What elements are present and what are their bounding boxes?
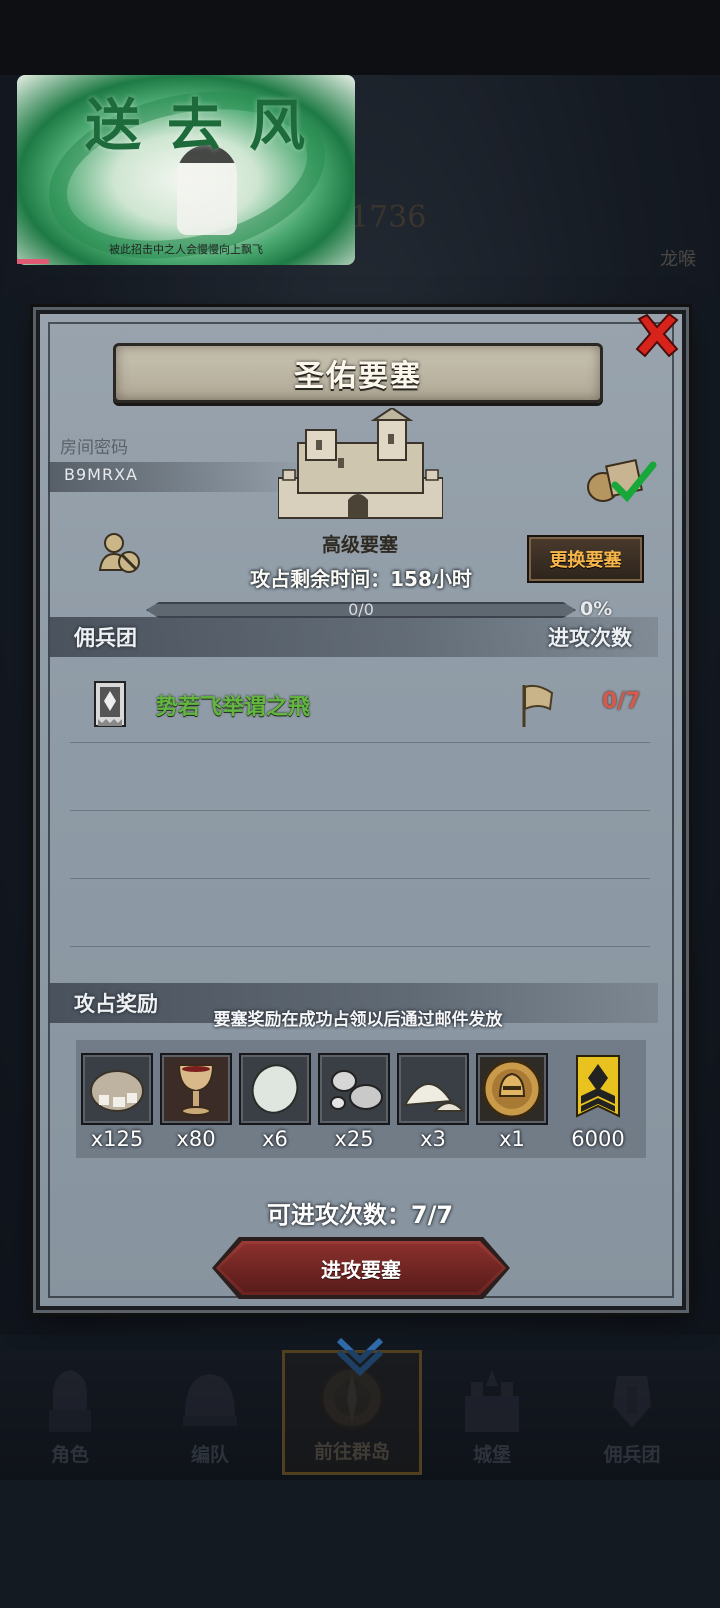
- change-fortress-button[interactable]: 更换要塞: [527, 535, 644, 583]
- attack-button-label: 进攻要塞: [321, 1257, 401, 1282]
- ore-sack-icon: [81, 1053, 153, 1125]
- guild-name: 势若飞举谓之飛: [156, 695, 311, 720]
- video-overlay[interactable]: 送去风 被此招击中之人会慢慢向上飘飞: [17, 75, 355, 265]
- bottom-background: [0, 1480, 720, 1608]
- title-banner: 圣佑要塞: [113, 343, 603, 403]
- close-button[interactable]: [630, 308, 684, 362]
- leave-guild-icon[interactable]: [97, 530, 143, 576]
- guild-row[interactable]: 势若飞举谓之飛 0/7: [70, 675, 650, 743]
- helmet-medal-icon: [476, 1053, 548, 1125]
- nav-character[interactable]: 角色: [0, 1350, 140, 1475]
- video-progress-bar: [17, 259, 49, 264]
- attack-count-header: 进攻次数: [548, 626, 632, 650]
- reward-qty: 6000: [571, 1127, 625, 1151]
- nav-castle[interactable]: 城堡: [422, 1350, 562, 1475]
- nav-label: 佣兵团: [603, 1444, 661, 1466]
- knight-icon: [49, 1370, 91, 1432]
- mercenary-section-title: 佣兵团: [74, 626, 137, 650]
- helmet-icon: [183, 1374, 237, 1426]
- remaining-time: 攻占剩余时间：158小时: [250, 567, 472, 591]
- reward-note: 要塞奖励在成功占领以后通过邮件发放: [213, 1010, 503, 1030]
- close-icon: [635, 312, 679, 358]
- reward-item[interactable]: x25: [318, 1053, 390, 1151]
- guild-banner-icon: [94, 681, 126, 727]
- nav-mercenary[interactable]: 佣兵团: [562, 1350, 702, 1475]
- guild-attack-count: 0/7: [602, 689, 641, 714]
- reward-qty: x125: [90, 1127, 144, 1151]
- nav-label: 城堡: [472, 1444, 511, 1466]
- egg-stone-icon: [239, 1053, 311, 1125]
- salt-pile-icon: [397, 1053, 469, 1125]
- reward-item[interactable]: x1: [476, 1053, 548, 1151]
- reward-qty: x6: [262, 1127, 288, 1151]
- reward-qty: x1: [499, 1127, 525, 1151]
- available-attempts: 可进攻次数：7/7: [266, 1201, 454, 1229]
- reward-item[interactable]: x3: [397, 1053, 469, 1151]
- empty-guild-row: [70, 879, 650, 947]
- dialog-title: 圣佑要塞: [294, 359, 422, 394]
- supply-check-icon[interactable]: [585, 455, 660, 505]
- reward-qty: x80: [176, 1127, 216, 1151]
- goblet-icon: [160, 1053, 232, 1125]
- nav-label: 前往群岛: [313, 1441, 390, 1463]
- status-bar: [0, 0, 720, 75]
- reward-item[interactable]: x125: [81, 1053, 153, 1151]
- reward-item[interactable]: x6: [239, 1053, 311, 1151]
- mercenary-icon: [613, 1376, 651, 1428]
- reward-qty: x3: [420, 1127, 446, 1151]
- video-title: 送去风: [85, 93, 331, 159]
- nav-label: 编队: [190, 1444, 229, 1466]
- fortress-grade: 高级要塞: [321, 534, 398, 556]
- room-code: B9MRXA: [64, 465, 138, 484]
- fortress-icon: [278, 408, 443, 519]
- reward-qty: x25: [334, 1127, 374, 1151]
- flag-icon: [522, 684, 554, 727]
- attack-fortress-button[interactable]: 进攻要塞: [216, 1241, 506, 1295]
- castle-icon: [465, 1370, 519, 1432]
- rank-badge-icon: [562, 1053, 634, 1125]
- reward-item[interactable]: 6000: [562, 1053, 634, 1151]
- reward-item[interactable]: x80: [160, 1053, 232, 1151]
- empty-guild-row: [70, 743, 650, 811]
- room-password-label: 房间密码: [60, 438, 128, 458]
- empty-guild-row: [70, 811, 650, 879]
- nav-label: 角色: [50, 1444, 89, 1466]
- nav-formation[interactable]: 编队: [140, 1350, 280, 1475]
- video-caption: 被此招击中之人会慢慢向上飘飞: [109, 243, 263, 256]
- silver-orbs-icon: [318, 1053, 390, 1125]
- chevron-down-icon: [336, 1337, 384, 1376]
